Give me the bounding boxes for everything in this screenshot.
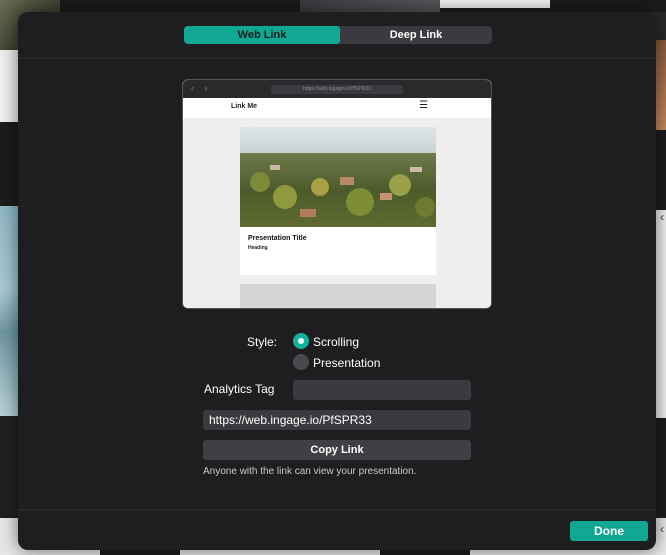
preview-brand: Link Me [231, 103, 258, 110]
preview-card: Presentation Title Heading [240, 127, 436, 275]
style-label: Style: [247, 335, 278, 349]
share-hint-text: Anyone with the link can view your prese… [203, 466, 417, 477]
radio-scrolling[interactable] [293, 333, 309, 349]
preview-body: Presentation Title Heading [183, 118, 491, 308]
background-panel [440, 0, 550, 8]
modal-footer: Done [18, 509, 656, 550]
tab-deep-link[interactable]: Deep Link [340, 26, 492, 44]
background-glyph: ‹ [660, 522, 664, 536]
presentation-preview: ‹ › https://web.ingage.io/PfSPR33 Link M… [182, 79, 492, 309]
analytics-tag-label: Analytics Tag [204, 382, 275, 396]
hamburger-menu-icon: ☰ [419, 100, 428, 111]
radio-presentation[interactable] [293, 354, 309, 370]
modal-header: Web Link Deep Link [18, 12, 656, 59]
copy-link-button[interactable]: Copy Link [203, 440, 471, 460]
share-link-modal: Web Link Deep Link ‹ › https://web.ingag… [18, 12, 656, 550]
done-button[interactable]: Done [570, 521, 648, 541]
browser-nav-arrows-icon: ‹ › [191, 83, 212, 93]
preview-next-card [240, 284, 436, 308]
radio-presentation-label[interactable]: Presentation [313, 356, 380, 370]
preview-card-subtitle: Heading [248, 245, 268, 251]
background-photo [300, 0, 440, 12]
preview-browser-chrome: ‹ › https://web.ingage.io/PfSPR33 [183, 80, 491, 98]
preview-navbar: Link Me ☰ [183, 98, 491, 119]
background-glyph: ‹ [660, 210, 664, 224]
radio-scrolling-label[interactable]: Scrolling [313, 335, 359, 349]
tab-web-link[interactable]: Web Link [184, 26, 340, 44]
analytics-tag-input[interactable] [293, 380, 471, 400]
link-url-field[interactable] [203, 410, 471, 430]
preview-url-bar: https://web.ingage.io/PfSPR33 [271, 85, 403, 94]
preview-card-title: Presentation Title [248, 235, 307, 242]
link-type-segmented-control: Web Link Deep Link [184, 26, 492, 44]
preview-cover-photo [240, 127, 436, 227]
